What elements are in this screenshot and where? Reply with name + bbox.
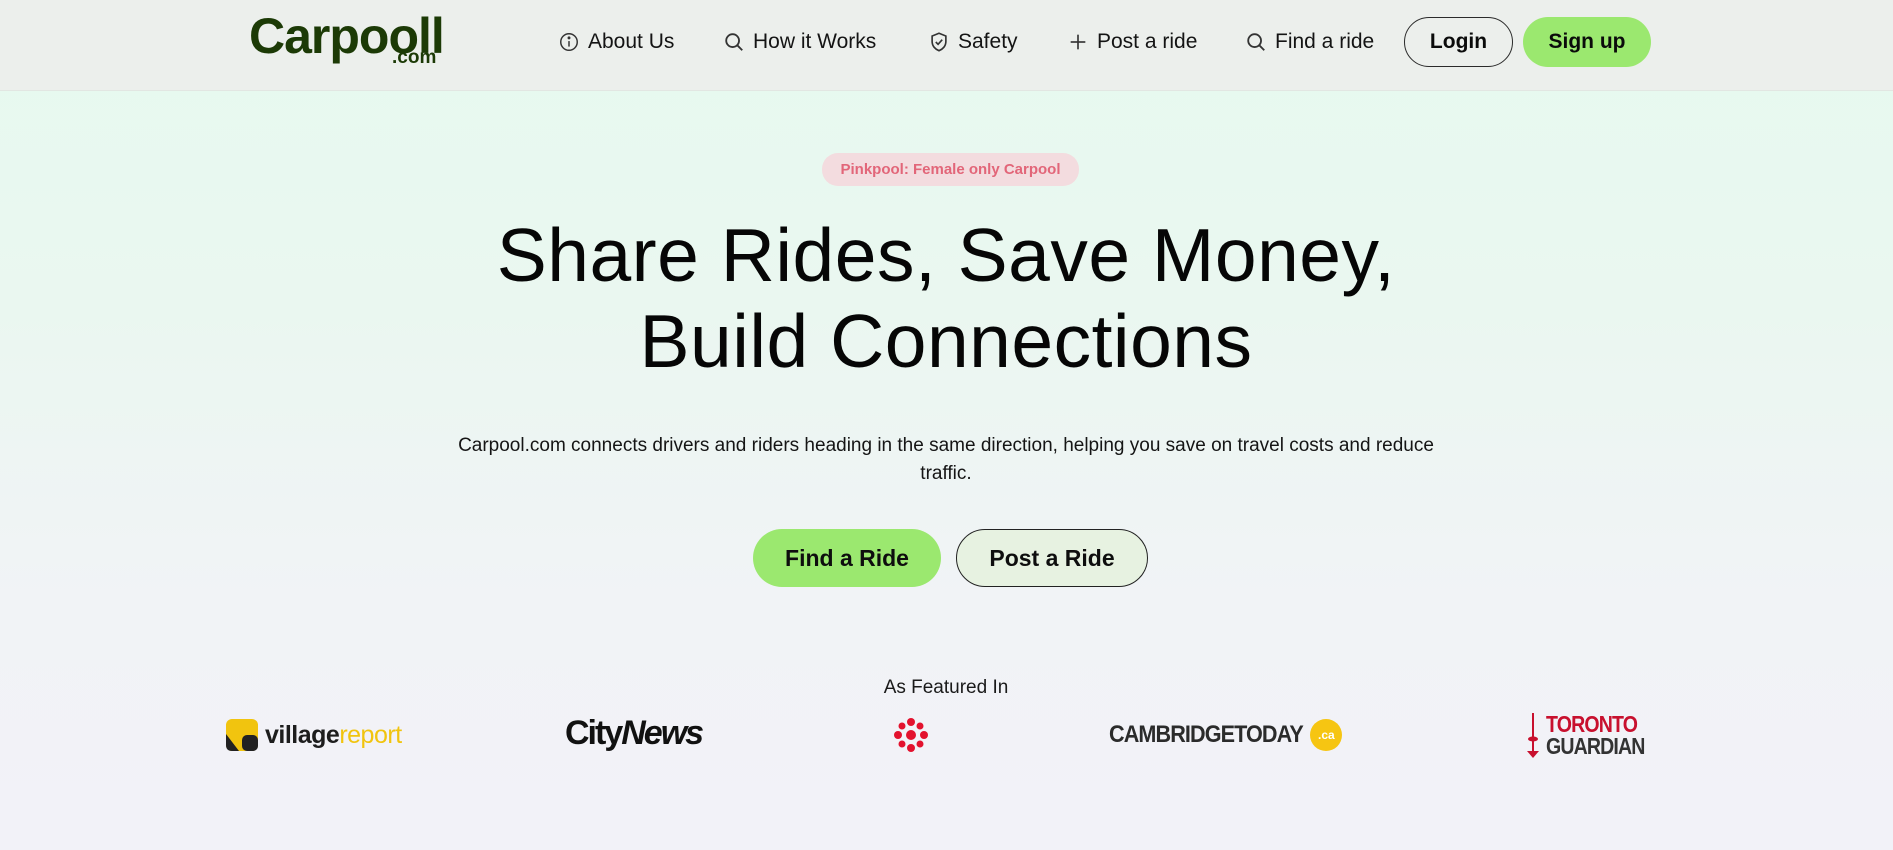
- toronto-guardian-logo: TORONTO GUARDIAN: [1522, 711, 1662, 759]
- citynews-text-b: News: [621, 714, 704, 752]
- pinkpool-badge[interactable]: Pinkpool: Female only Carpool: [822, 153, 1079, 186]
- plus-icon: [1070, 34, 1086, 50]
- cbc-gem-logo-icon: [894, 718, 928, 752]
- nav-safety[interactable]: Safety: [928, 25, 1018, 59]
- signup-button[interactable]: Sign up: [1523, 17, 1651, 67]
- info-icon: [560, 33, 578, 51]
- hero-headline-line1: Share Rides, Save Money,: [496, 213, 1396, 297]
- village-report-text-b: report: [339, 720, 402, 749]
- toronto-guardian-text-b: GUARDIAN: [1546, 733, 1645, 759]
- shield-icon: [931, 32, 947, 52]
- nav-how-it-works[interactable]: How it Works: [723, 25, 876, 59]
- hero-subtext: Carpool.com connects drivers and riders …: [458, 435, 1434, 484]
- village-report-mark-icon: [226, 719, 258, 751]
- citynews-logo: CityNews: [565, 714, 704, 754]
- nav-about-us[interactable]: About Us: [558, 25, 674, 59]
- nav-about-us-label: About Us: [588, 30, 675, 53]
- post-a-ride-button[interactable]: Post a Ride: [956, 529, 1148, 587]
- toronto-guardian-text-a: TORONTO: [1546, 711, 1638, 737]
- nav-post-a-ride-label: Post a ride: [1097, 30, 1198, 53]
- login-button[interactable]: Login: [1404, 17, 1513, 67]
- site-header: Carpooll .com About Us How it Works Safe…: [0, 0, 1893, 91]
- nav-how-it-works-label: How it Works: [753, 30, 877, 53]
- hero-headline-line2: Build Connections: [639, 299, 1253, 383]
- nav-find-a-ride-label: Find a ride: [1275, 30, 1375, 53]
- search-icon: [725, 33, 743, 51]
- find-a-ride-button[interactable]: Find a Ride: [753, 529, 941, 587]
- featured-in-title: As Featured In: [883, 677, 1009, 698]
- nav-find-a-ride[interactable]: Find a ride: [1245, 25, 1374, 59]
- nav-safety-label: Safety: [958, 30, 1018, 53]
- cambridge-today-logo: CAMBRIDGETODAY .ca: [1109, 717, 1343, 753]
- cn-tower-icon: [1527, 713, 1539, 758]
- nav-post-a-ride[interactable]: Post a ride: [1067, 25, 1197, 59]
- cambridge-today-suffix: .ca: [1310, 719, 1343, 751]
- cambridge-today-text: CAMBRIDGETODAY: [1109, 721, 1304, 748]
- logo-domain: .com: [392, 47, 437, 68]
- village-report-logo: village report: [225, 717, 402, 753]
- citynews-text-a: City: [565, 714, 623, 752]
- search-icon: [1247, 33, 1265, 51]
- carpool-logo[interactable]: Carpooll .com: [249, 10, 449, 70]
- hero-headline: Share Rides, Save Money, Build Connectio…: [346, 212, 1546, 384]
- village-report-text-a: village: [265, 720, 340, 749]
